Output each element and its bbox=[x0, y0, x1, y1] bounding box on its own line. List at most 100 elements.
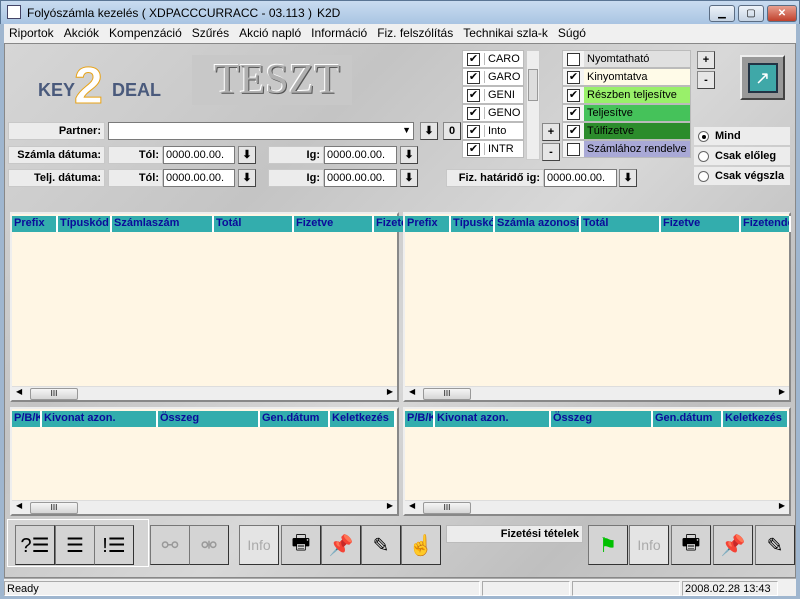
type-select-all-button[interactable]: + bbox=[542, 123, 560, 141]
horizontal-scrollbar[interactable]: ◀ III ▶ bbox=[12, 500, 397, 514]
minimize-button[interactable]: ▁ bbox=[709, 5, 735, 22]
szamla-tol-input[interactable] bbox=[163, 146, 235, 164]
checkbox[interactable]: ✔ bbox=[567, 70, 580, 84]
type-filter-item[interactable]: ✔ INTR bbox=[462, 140, 524, 158]
telj-tol-input[interactable] bbox=[163, 169, 235, 187]
partner-combobox[interactable]: ▼ bbox=[108, 122, 414, 140]
radio-button[interactable] bbox=[698, 130, 709, 142]
column-header[interactable]: Típuskód bbox=[451, 216, 495, 232]
column-header[interactable]: Totál bbox=[581, 216, 661, 232]
menu-akciok[interactable]: Akciók bbox=[59, 24, 104, 42]
checkbox[interactable] bbox=[567, 52, 580, 66]
column-header[interactable]: Kivonat azon. bbox=[435, 411, 551, 427]
radio-option[interactable]: Csak végszla bbox=[694, 167, 790, 185]
menu-akcio-naplo[interactable]: Akció napló bbox=[234, 24, 306, 42]
info-button-right[interactable]: Info bbox=[629, 525, 669, 565]
column-header[interactable]: Prefix bbox=[12, 216, 58, 232]
note-button-right[interactable]: 📌 bbox=[713, 525, 753, 565]
column-header[interactable]: Fizetve bbox=[294, 216, 374, 232]
menu-informacio[interactable]: Információ bbox=[306, 24, 372, 42]
menu-kompenzacio[interactable]: Kompenzáció bbox=[104, 24, 187, 42]
statement-grid-right[interactable]: P/B/K Kivonat azon. Összeg Gen.dátum Keletke… bbox=[403, 407, 791, 516]
column-header[interactable]: Totál bbox=[214, 216, 294, 232]
invoice-grid-right[interactable]: PrefixTípuskódSzámla azonosítóTotálFizet… bbox=[403, 212, 791, 402]
type-filter-item[interactable]: ✔ GARO bbox=[462, 68, 524, 86]
hand-button[interactable]: ☝ bbox=[401, 525, 441, 565]
menu-riportok[interactable]: Riportok bbox=[4, 24, 59, 42]
link-button[interactable]: ⚯ bbox=[150, 525, 190, 565]
exclaim-list-button[interactable]: !☰ bbox=[94, 525, 134, 565]
partner-search-button[interactable]: ⬇ bbox=[420, 122, 438, 140]
menu-technikai-szla-k[interactable]: Technikai szla-k bbox=[458, 24, 553, 42]
horizontal-scrollbar[interactable]: ◀ III ▶ bbox=[405, 386, 789, 400]
column-header[interactable]: Számla azonosító bbox=[495, 216, 581, 232]
maximize-button[interactable]: ▢ bbox=[738, 5, 764, 22]
status-filter-item[interactable]: ✔ Részben teljesítve bbox=[562, 86, 691, 104]
type-filter-scrollbar[interactable] bbox=[526, 50, 540, 160]
szamla-tol-calendar-button[interactable]: ⬇ bbox=[238, 146, 256, 164]
column-header[interactable]: Fizetve bbox=[661, 216, 741, 232]
status-deselect-all-button[interactable]: - bbox=[697, 71, 715, 89]
statement-grid-left[interactable]: P/B/K Kivonat azon. Összeg Gen.dátum Keletke… bbox=[10, 407, 399, 516]
column-header[interactable]: Összeg bbox=[551, 411, 653, 427]
checkbox[interactable]: ✔ bbox=[567, 88, 580, 102]
column-header[interactable]: Fizetendő bbox=[741, 216, 791, 232]
column-header[interactable]: P/B/K bbox=[12, 411, 42, 427]
menu-fiz-felszolitas[interactable]: Fiz. felszólítás bbox=[372, 24, 458, 42]
checkbox[interactable]: ✔ bbox=[467, 124, 480, 138]
type-filter-item[interactable]: ✔ GENO bbox=[462, 104, 524, 122]
checkbox[interactable] bbox=[567, 142, 580, 156]
radio-option[interactable]: Mind bbox=[694, 127, 790, 145]
info-button-left[interactable]: Info bbox=[239, 525, 279, 565]
partner-clear-button[interactable]: 0 bbox=[443, 122, 461, 140]
telj-ig-calendar-button[interactable]: ⬇ bbox=[400, 169, 418, 187]
checkbox[interactable]: ✔ bbox=[467, 142, 480, 156]
status-filter-item[interactable]: ✔ Teljesítve bbox=[562, 104, 691, 122]
type-deselect-all-button[interactable]: - bbox=[542, 143, 560, 161]
checkbox[interactable]: ✔ bbox=[467, 70, 480, 84]
menu-szures[interactable]: Szűrés bbox=[187, 24, 234, 42]
horizontal-scrollbar[interactable]: ◀ III ▶ bbox=[12, 386, 397, 400]
column-header[interactable]: Keletkezés bbox=[723, 411, 789, 427]
telj-tol-calendar-button[interactable]: ⬇ bbox=[238, 169, 256, 187]
exit-button[interactable]: ↗ bbox=[740, 55, 785, 100]
type-filter-item[interactable]: ✔ CARO bbox=[462, 50, 524, 68]
status-select-all-button[interactable]: + bbox=[697, 51, 715, 69]
szamla-ig-input[interactable] bbox=[324, 146, 397, 164]
query-list-button[interactable]: ?☰ bbox=[15, 525, 55, 565]
telj-ig-input[interactable] bbox=[324, 169, 397, 187]
fiz-hatarido-input[interactable] bbox=[544, 169, 617, 187]
note-button-left[interactable]: 📌 bbox=[321, 525, 361, 565]
column-header[interactable]: Típuskód bbox=[58, 216, 112, 232]
menu-sugo[interactable]: Súgó bbox=[553, 24, 591, 42]
column-header[interactable]: Prefix bbox=[405, 216, 451, 232]
column-header[interactable]: Keletkezés bbox=[330, 411, 396, 427]
radio-button[interactable] bbox=[698, 170, 709, 182]
column-header[interactable]: Kivonat azon. bbox=[42, 411, 158, 427]
checkbox[interactable]: ✔ bbox=[567, 124, 580, 138]
scroll-thumb[interactable] bbox=[528, 69, 538, 101]
print-button-right[interactable]: 🖶 bbox=[671, 525, 711, 565]
radio-option[interactable]: Csak előleg bbox=[694, 147, 790, 165]
column-header[interactable]: Összeg bbox=[158, 411, 260, 427]
radio-button[interactable] bbox=[698, 150, 709, 162]
horizontal-scrollbar[interactable]: ◀ III ▶ bbox=[405, 500, 789, 514]
szamla-ig-calendar-button[interactable]: ⬇ bbox=[400, 146, 418, 164]
type-filter-item[interactable]: ✔ Into bbox=[462, 122, 524, 140]
column-header[interactable]: P/B/K bbox=[405, 411, 435, 427]
column-header[interactable]: Számlaszám bbox=[112, 216, 214, 232]
column-header[interactable]: Gen.dátum bbox=[653, 411, 723, 427]
checkbox[interactable]: ✔ bbox=[467, 52, 480, 66]
status-filter-item[interactable]: Számlához rendelve bbox=[562, 140, 691, 158]
flag-button[interactable]: ⚑ bbox=[588, 525, 628, 565]
fiz-hatarido-calendar-button[interactable]: ⬇ bbox=[619, 169, 637, 187]
column-header[interactable]: Gen.dátum bbox=[260, 411, 330, 427]
unlink-button[interactable]: ⚮ bbox=[189, 525, 229, 565]
checkbox[interactable]: ✔ bbox=[567, 106, 580, 120]
invoice-grid-left[interactable]: Prefix Típuskód Számlaszám Totál Fizetve Fize… bbox=[10, 212, 422, 402]
status-filter-item[interactable]: ✔ Túlfizetve bbox=[562, 122, 691, 140]
type-filter-item[interactable]: ✔ GENI bbox=[462, 86, 524, 104]
checkbox[interactable]: ✔ bbox=[467, 88, 480, 102]
status-filter-item[interactable]: Nyomtatható bbox=[562, 50, 691, 68]
list-view-button[interactable]: ☰ bbox=[55, 525, 95, 565]
